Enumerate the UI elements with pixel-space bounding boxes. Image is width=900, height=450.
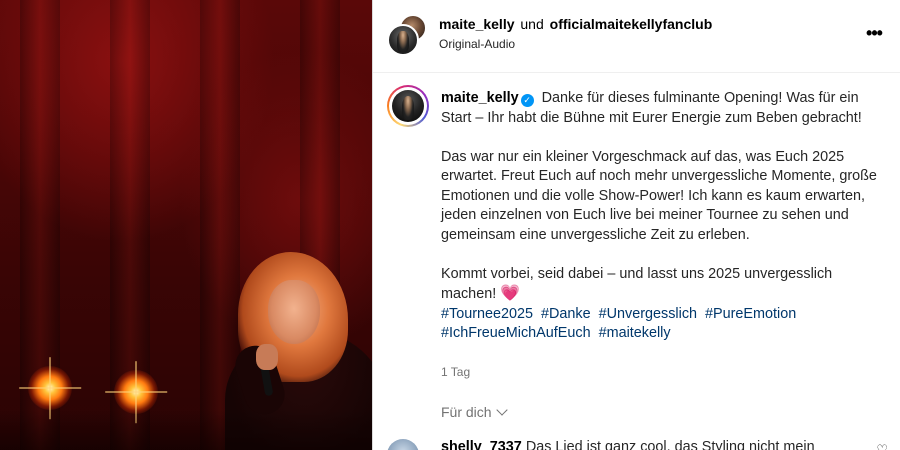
avatar-wrapper <box>389 87 427 125</box>
post-age[interactable]: 1 Tag <box>441 365 470 379</box>
stage-light <box>28 366 72 410</box>
collab-avatars[interactable] <box>387 14 427 56</box>
verified-badge-icon: ✓ <box>520 94 534 107</box>
caption: maite_kelly ✓ Danke für dieses fulminante… <box>441 89 886 344</box>
hashtag-link[interactable]: #Danke <box>541 306 591 322</box>
sort-label: Für dich <box>441 404 492 420</box>
heart-emoji: 💗 <box>500 285 521 302</box>
more-options-button[interactable]: ••• <box>862 22 886 44</box>
stage-light <box>114 370 158 414</box>
post-header: maite_kelly und officialmaitekellyfanclu… <box>373 0 900 73</box>
story-ring[interactable] <box>387 85 429 127</box>
performer-hand <box>256 344 278 370</box>
heart-outline-icon[interactable]: ♡ <box>876 442 888 450</box>
avatar-author[interactable] <box>387 24 419 56</box>
hashtag-link[interactable]: #Tournee2025 <box>441 306 533 322</box>
header-username-2[interactable]: officialmaitekellyfanclub <box>550 16 713 32</box>
stage-floor <box>0 410 372 450</box>
post-detail-pane: maite_kelly und officialmaitekellyfanclu… <box>373 0 900 450</box>
hashtag-link[interactable]: #IchFreueMichAufEuch <box>441 325 591 341</box>
performer-face <box>268 280 320 344</box>
caption-paragraph-2: Das war nur ein kleiner Vorgeschmack auf… <box>441 148 877 243</box>
post-media-video[interactable] <box>0 0 372 450</box>
hashtag-link[interactable]: #Unvergesslich <box>599 306 697 322</box>
comment-text: shelly_7337 Das Lied ist ganz cool, das … <box>441 439 815 450</box>
comment-body: Das Lied ist ganz cool, das Styling nich… <box>525 439 815 450</box>
audio-label[interactable]: Original-Audio <box>439 37 515 51</box>
header-usernames: maite_kelly und officialmaitekellyfanclu… <box>439 16 712 32</box>
caption-username[interactable]: maite_kelly <box>441 90 519 106</box>
header-connector: und <box>520 16 544 32</box>
comment-avatar[interactable] <box>387 439 419 450</box>
comment-sort-dropdown[interactable]: Für dich <box>441 404 508 420</box>
hashtag-link[interactable]: #PureEmotion <box>705 306 796 322</box>
comment-row: shelly_7337 Das Lied ist ganz cool, das … <box>373 436 900 450</box>
more-horizontal-icon: ••• <box>866 23 883 43</box>
hashtags: #Tournee2025 #Danke #Unvergesslich #Pure… <box>441 305 886 344</box>
comment-username[interactable]: shelly_7337 <box>441 439 522 450</box>
header-username-1[interactable]: maite_kelly <box>439 16 515 32</box>
chevron-down-icon <box>495 404 508 416</box>
hashtag-link[interactable]: #maitekelly <box>599 325 671 341</box>
caption-avatar[interactable] <box>392 90 424 122</box>
